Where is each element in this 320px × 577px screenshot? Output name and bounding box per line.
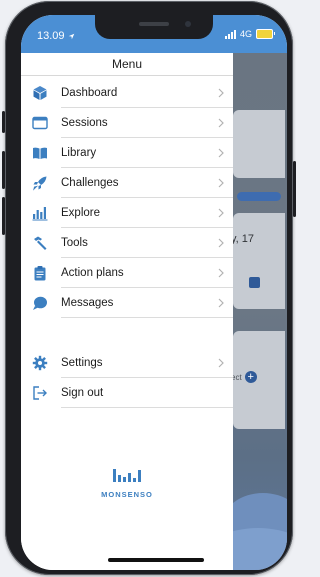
- status-time-label: 13.09: [37, 30, 65, 42]
- bar-chart-icon: [32, 207, 48, 221]
- background-card: [233, 213, 285, 309]
- menu-item-sessions[interactable]: Sessions: [21, 108, 233, 138]
- network-label: 4G: [239, 29, 252, 39]
- location-arrow-icon: [68, 33, 74, 39]
- menu-item-label: Library: [61, 147, 97, 159]
- chevron-right-icon: [218, 88, 224, 98]
- divider: [61, 317, 233, 318]
- background-app-overlay[interactable]: y, 17 ect +: [233, 53, 287, 570]
- status-indicators: 4G: [224, 29, 275, 39]
- window-icon: [32, 116, 48, 130]
- plus-icon: +: [244, 371, 257, 383]
- menu-item-dashboard[interactable]: Dashboard: [21, 78, 233, 108]
- phone-frame: 13.09 4G y, 17 ect + Menu Dashboard Sess…: [2, 1, 296, 575]
- menu-item-label: Settings: [61, 357, 103, 369]
- menu-item-label: Explore: [61, 207, 100, 219]
- menu-item-label: Messages: [61, 297, 114, 309]
- monsenso-logo: MONSENSO: [99, 467, 155, 499]
- gear-icon: [32, 355, 48, 371]
- background-select-label: ect: [233, 372, 242, 382]
- signal-icon: [224, 29, 236, 39]
- logo-bars-icon: [113, 469, 141, 482]
- chevron-right-icon: [218, 148, 224, 158]
- rocket-icon: [33, 176, 47, 191]
- chevron-right-icon: [218, 268, 224, 278]
- sign-out-icon: [33, 386, 47, 400]
- background-date-text: y, 17: [233, 233, 255, 245]
- menu-item-label: Tools: [61, 237, 88, 249]
- battery-icon: [256, 29, 275, 39]
- menu-item-explore[interactable]: Explore: [21, 198, 233, 228]
- cube-icon: [33, 86, 47, 100]
- clipboard-icon: [34, 266, 46, 281]
- chevron-right-icon: [218, 298, 224, 308]
- notch: [95, 15, 213, 39]
- menu-item-label: Action plans: [61, 267, 124, 279]
- home-indicator[interactable]: [108, 558, 204, 562]
- side-button: [293, 161, 296, 217]
- chevron-right-icon: [218, 208, 224, 218]
- book-icon: [33, 147, 47, 159]
- menu-item-label: Sessions: [61, 117, 108, 129]
- side-button: [2, 197, 5, 235]
- side-button: [2, 111, 5, 133]
- menu-title: Menu: [21, 53, 233, 76]
- menu-drawer: Menu Dashboard Sessions Library Challeng…: [21, 53, 233, 570]
- menu-item-label: Dashboard: [61, 87, 118, 99]
- background-progress-pill: [237, 192, 281, 201]
- chevron-right-icon: [218, 238, 224, 248]
- divider: [61, 407, 233, 408]
- menu-item-library[interactable]: Library: [21, 138, 233, 168]
- menu-item-tools[interactable]: Tools: [21, 228, 233, 258]
- speaker-grille: [139, 22, 169, 26]
- edit-icon: [249, 277, 260, 288]
- menu-item-messages[interactable]: Messages: [21, 288, 233, 318]
- front-camera: [185, 21, 191, 27]
- chevron-right-icon: [218, 178, 224, 188]
- chat-bubble-icon: [33, 296, 47, 310]
- menu-item-action-plans[interactable]: Action plans: [21, 258, 233, 288]
- chevron-right-icon: [218, 118, 224, 128]
- chevron-right-icon: [218, 358, 224, 368]
- logo-text: MONSENSO: [101, 490, 153, 499]
- side-button: [2, 151, 5, 189]
- hammer-icon: [34, 236, 47, 250]
- background-select-button: ect +: [233, 371, 257, 383]
- menu-item-challenges[interactable]: Challenges: [21, 168, 233, 198]
- menu-item-label: Challenges: [61, 177, 119, 189]
- phone-screen: 13.09 4G y, 17 ect + Menu Dashboard Sess…: [21, 15, 287, 570]
- menu-item-settings[interactable]: Settings: [21, 348, 233, 378]
- menu-item-sign-out[interactable]: Sign out: [21, 378, 233, 408]
- menu-item-label: Sign out: [61, 387, 104, 399]
- background-card: [233, 110, 285, 178]
- background-wave: [233, 528, 287, 570]
- status-time: 13.09: [37, 30, 75, 42]
